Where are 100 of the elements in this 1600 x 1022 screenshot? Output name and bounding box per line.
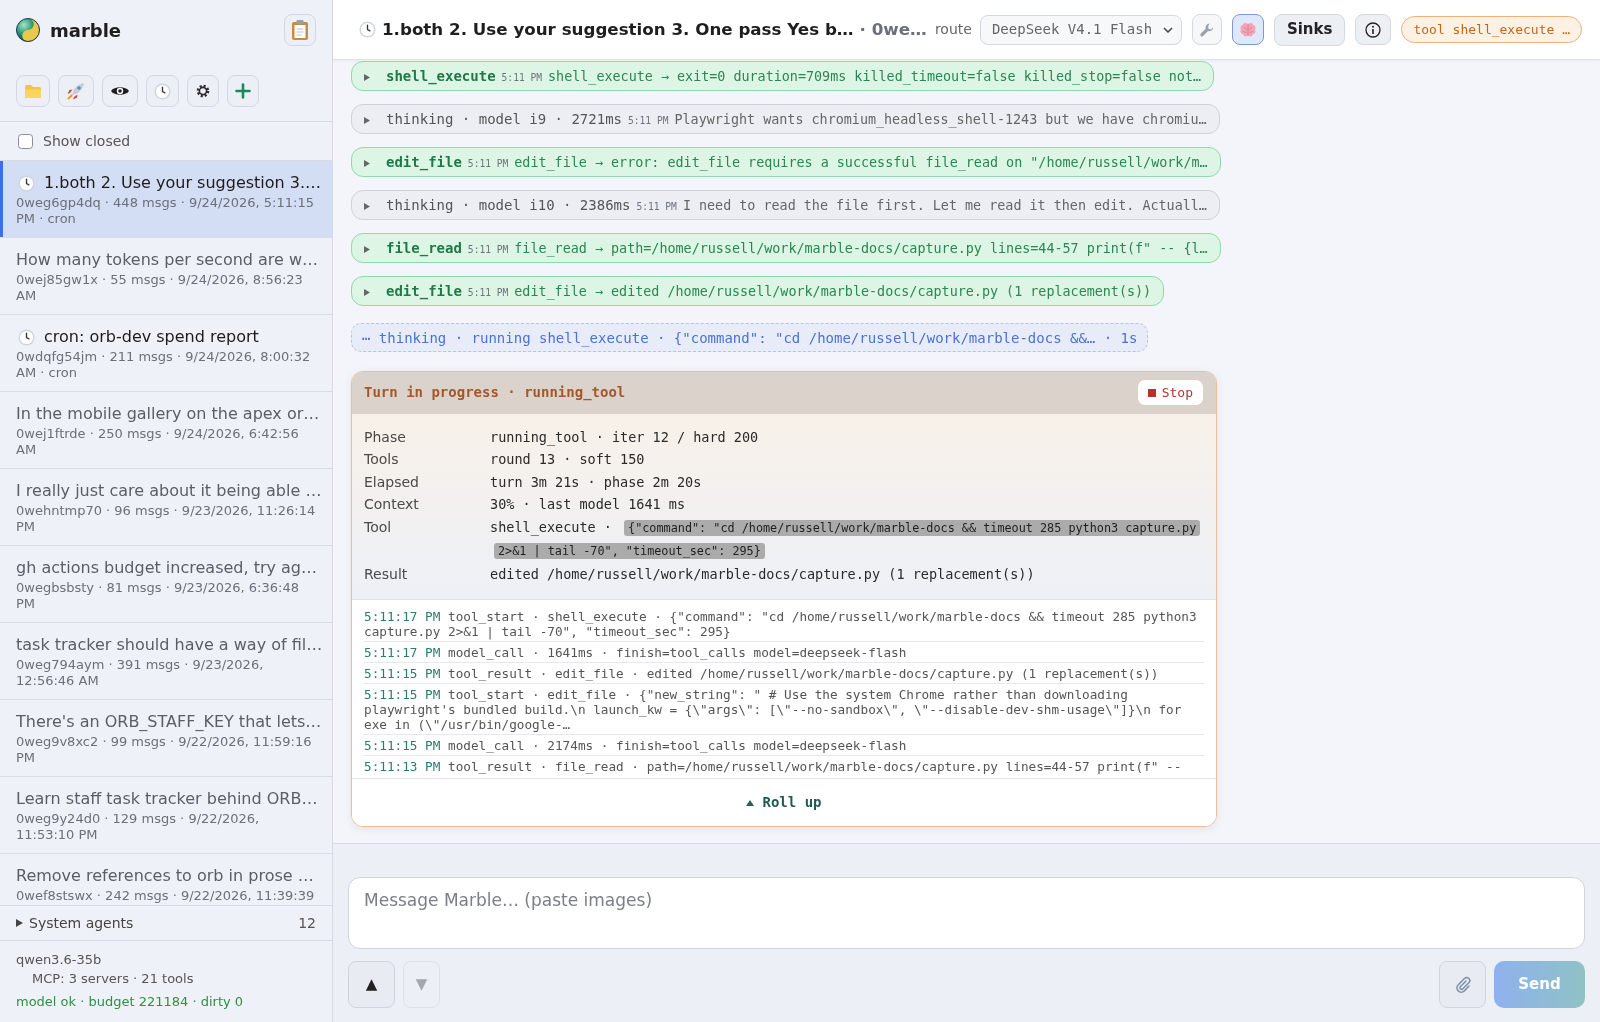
tool-call-row[interactable]: shell_execute 5:11 PM shell_execute → exit=0 duration=709ms killed_timeout=false killed_stop=false not…: [351, 60, 1215, 91]
session-item[interactable]: There's an ORB_STAFF_KEY that lets… 0weg9v8xc2 · 99 msgs · 9/22/2026, 11:59:16 PM: [0, 700, 332, 777]
chevron-down-icon: [1162, 26, 1173, 33]
conversation-title: 1.both 2. Use your suggestion 3. One pass Yes b…: [382, 17, 854, 41]
thinking-label: thinking · model i10 · 2386ms: [386, 195, 631, 214]
wrench-icon: [1198, 21, 1215, 38]
settings-button[interactable]: [187, 75, 219, 107]
detail-label: Phase: [364, 427, 407, 447]
stop-icon: [1147, 388, 1156, 397]
detail-label: Tool: [364, 517, 393, 537]
thinking-row[interactable]: thinking · model i10 · 2386ms 5:11 PM I need to read the file first. Let me read it then edit. Actuall…: [351, 189, 1220, 220]
event-time: 5:11 PM: [467, 156, 509, 171]
session-meta: 0wej85gw1x · 55 msgs · 9/24/2026, 8:56:23 AM: [16, 272, 304, 304]
detail-label: Result: [364, 564, 409, 584]
clipboard-button[interactable]: [284, 14, 316, 46]
settings-icon: [196, 84, 210, 98]
mcp-status: MCP: 3 servers · 21 tools: [31, 970, 195, 988]
session-item[interactable]: How many tokens per second are w… 0wej85gw1x · 55 msgs · 9/24/2026, 8:56:23 AM: [0, 238, 332, 315]
session-item[interactable]: I really just care about it being able … 0wehntmp70 · 96 msgs · 9/23/2026, 11:26:14 PM: [0, 469, 332, 546]
detail-value: turn 3m 21s · phase 2m 20s: [490, 472, 703, 492]
session-meta: 0weg6gp4dq · 448 msgs · 9/24/2026, 5:11:15 PM · cron: [16, 195, 315, 227]
rocket-button[interactable]: [58, 75, 94, 107]
session-title: There's an ORB_STAFF_KEY that lets…: [16, 711, 322, 733]
model-name: qwen3.6-35b: [16, 951, 103, 969]
logo-icon: [16, 18, 40, 42]
system-agents-toggle[interactable]: System agents 12: [0, 905, 332, 940]
clock-icon: [154, 82, 171, 100]
session-meta: 0weg794aym · 391 msgs · 9/23/2026, 12:56:46 AM: [16, 657, 265, 689]
roll-up-button[interactable]: Roll up: [352, 778, 1216, 826]
tool-call-row[interactable]: edit_file 5:11 PM edit_file → error: edit_file requires a successful file_read on "/home/russell/work/m…: [351, 146, 1221, 177]
brain-button[interactable]: [1231, 14, 1264, 45]
clipboard-icon: [291, 19, 309, 41]
health-status: model ok · budget 221184 · dirty 0: [16, 993, 245, 1011]
log-entry: 5:11:13 PM tool_result · file_read · path=/home/russell/work/marble-docs/capture.py lines=44-57 print(f" --: [364, 758, 1183, 776]
session-item[interactable]: task tracker should have a way of fil… 0weg794aym · 391 msgs · 9/23/2026, 12:56:46 AM: [0, 623, 332, 700]
wrench-button[interactable]: [1191, 14, 1222, 45]
clock-button[interactable]: [146, 75, 179, 107]
plus-icon: [235, 83, 251, 99]
thinking-row[interactable]: thinking · model i9 · 2721ms 5:11 PM Playwright wants chromium_headless_shell-1243 but we have chromiu…: [351, 103, 1220, 134]
show-closed-label[interactable]: Show closed: [43, 130, 131, 152]
tool-status-pill: tool shell_execute …: [1401, 15, 1582, 44]
event-summary: Playwright wants chromium_headless_shell-1243 but we have chromiu…: [674, 110, 1207, 129]
brand-name: marble: [50, 18, 122, 43]
detail-label: Elapsed: [364, 472, 420, 492]
event-time: 5:11 PM: [636, 199, 677, 214]
event-summary: shell_execute → exit=0 duration=709ms killed_timeout=false killed_stop=false not…: [548, 67, 1202, 86]
detail-label: Tools: [364, 450, 400, 469]
tool-call-row[interactable]: edit_file 5:11 PM edit_file → edited /home/russell/work/marble-docs/capture.py (1 replacement(s)): [351, 275, 1165, 306]
detail-value: running_tool · iter 12 / hard 200: [490, 427, 760, 448]
tool-name: file_read: [386, 238, 462, 257]
message-input[interactable]: Message Marble… (paste images): [348, 877, 1585, 949]
stop-button[interactable]: Stop: [1136, 378, 1204, 407]
session-meta: 0wegbsbsty · 81 msgs · 9/23/2026, 6:36:48 PM: [16, 580, 300, 612]
session-item[interactable]: 1.both 2. Use your suggestion 3.… 0weg6gp4dq · 448 msgs · 9/24/2026, 5:11:15 PM · cron: [0, 161, 332, 238]
log-entry: 5:11:15 PM tool_result · edit_file · edited /home/russell/work/marble-docs/capture.py (1 replacement(s)): [364, 663, 1204, 684]
event-summary: file_read → path=/home/russell/work/marble-docs/capture.py lines=44-57 print(f" -- {l…: [514, 239, 1208, 258]
folder-icon: [24, 83, 42, 99]
new-button[interactable]: [227, 75, 259, 107]
folder-button[interactable]: [16, 75, 50, 107]
running-status-row: ⋯ thinking · running shell_execute · {"command": "cd /home/russell/work/marble-docs &&… · 1s: [351, 322, 1149, 352]
brain-icon: [1238, 21, 1257, 38]
session-item[interactable]: In the mobile gallery on the apex or… 0wej1ftrde · 250 msgs · 9/24/2026, 6:42:56 AM: [0, 392, 332, 469]
session-title: 1.both 2. Use your suggestion 3.…: [44, 172, 322, 194]
session-meta: 0wdqfg54jm · 211 msgs · 9/24/2026, 8:00:32 AM · cron: [16, 349, 312, 381]
paperclip-icon: [1454, 975, 1471, 994]
log-entry: 5:11:17 PM tool_start · shell_execute · {"command": "cd /home/russell/work/marble-docs && timeout 285 python3 capture.py 2>&1 | tail -70", "timeout_sec": 295}: [364, 606, 1204, 642]
session-item[interactable]: Learn staff task tracker behind ORB… 0weg9y24d0 · 129 msgs · 9/22/2026, 11:53:10 PM: [0, 777, 332, 854]
rocket-icon: [66, 81, 86, 101]
detail-value: 30% · last model 1641 ms: [490, 495, 687, 514]
session-title: Learn staff task tracker behind ORB…: [16, 788, 318, 810]
sinks-button[interactable]: Sinks: [1273, 13, 1346, 46]
session-meta: 0wef8stswx · 242 msgs · 9/22/2026, 11:39:39: [16, 888, 316, 904]
event-summary: I need to read the file first. Let me read it then edit. Actuall…: [682, 196, 1207, 215]
detail-value: edited /home/russell/work/marble-docs/capture.py (1 replacement(s)): [490, 564, 1036, 584]
route-select[interactable]: DeepSeek V4.1 Flash: [979, 14, 1182, 45]
session-title: task tracker should have a way of fil…: [16, 634, 323, 656]
info-button[interactable]: [1355, 14, 1392, 45]
up-button[interactable]: ▲: [348, 961, 395, 1008]
event-time: 5:11 PM: [628, 113, 669, 128]
session-item[interactable]: cron: orb-dev spend report 0wdqfg54jm · 211 msgs · 9/24/2026, 8:00:32 AM · cron: [0, 315, 332, 392]
attach-button[interactable]: [1439, 961, 1486, 1008]
route-label: route: [934, 20, 972, 39]
show-closed-checkbox[interactable]: [18, 133, 33, 149]
log-entry: 5:11:15 PM tool_start · edit_file · {"new_string": " # Use the system Chrome rather than downloading playwright's bundled build.\n launch_kw = {\"args\": [\"--no-sandbox\", \"--disable-dev-shm-usage\"]}\n for exe in (\"/usr/bin/google-…: [364, 684, 1204, 735]
session-meta: 0weg9y24d0 · 129 msgs · 9/22/2026, 11:53:10 PM: [16, 811, 261, 843]
info-icon: [1365, 21, 1382, 38]
session-title: gh actions budget increased, try ag…: [16, 557, 317, 579]
tool-call-row[interactable]: file_read 5:11 PM file_read → path=/home/russell/work/marble-docs/capture.py lines=44-57 print(f" -- {l…: [351, 232, 1221, 263]
tool-name: shell_execute: [386, 66, 496, 85]
session-title: cron: orb-dev spend report: [44, 326, 259, 348]
session-item[interactable]: gh actions budget increased, try ag… 0wegbsbsty · 81 msgs · 9/23/2026, 6:36:48 PM: [0, 546, 332, 623]
eye-button[interactable]: [102, 75, 138, 107]
agent-count: 12: [298, 913, 316, 933]
detail-value: round 13 · soft 150: [490, 450, 646, 469]
session-meta: 0wehntmp70 · 96 msgs · 9/23/2026, 11:26:14 PM: [16, 503, 316, 535]
session-title: How many tokens per second are w…: [16, 249, 319, 271]
session-meta: 0wej1ftrde · 250 msgs · 9/24/2026, 6:42:56 AM: [16, 426, 300, 458]
eye-icon: [110, 85, 130, 97]
session-item[interactable]: Remove references to orb in prose … 0wef8stswx · 242 msgs · 9/22/2026, 11:39:39: [0, 854, 332, 906]
tool-name: edit_file: [386, 152, 462, 171]
